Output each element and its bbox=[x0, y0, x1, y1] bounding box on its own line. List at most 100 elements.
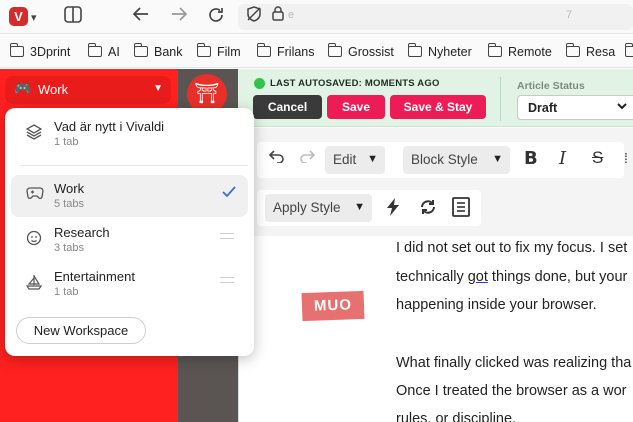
workspace-tab-count: 1 tab bbox=[54, 136, 79, 148]
gamepad-icon bbox=[26, 186, 44, 204]
block-style-dropdown[interactable]: Block Style ▼ bbox=[403, 146, 510, 174]
address-suffix: 7 bbox=[566, 9, 573, 21]
document-icon[interactable] bbox=[452, 197, 470, 220]
workspace-name: Research bbox=[54, 225, 110, 240]
caret-down-icon: ▼ bbox=[354, 201, 365, 213]
italic-icon[interactable]: I bbox=[559, 148, 566, 169]
divider bbox=[500, 77, 501, 121]
folder-icon bbox=[256, 43, 271, 57]
content-text: technically bbox=[396, 269, 468, 285]
content-text: things done, but your bbox=[487, 269, 628, 285]
workspace-menu: Vad är nytt i Vivaldi 1 tab Work 5 tabs … bbox=[5, 108, 254, 356]
chevron-down-icon bbox=[616, 99, 628, 118]
lightning-icon[interactable] bbox=[385, 197, 401, 220]
folder-icon bbox=[196, 43, 211, 57]
panel-toggle-icon[interactable] bbox=[64, 6, 82, 28]
redo-icon[interactable] bbox=[299, 149, 316, 166]
save-and-stay-button[interactable]: Save & Stay bbox=[390, 95, 486, 119]
bookmark-label: Frilans bbox=[277, 45, 315, 59]
menu-divider bbox=[21, 165, 248, 166]
folder-icon bbox=[487, 43, 502, 57]
workspace-item-whats-new[interactable]: Vad är nytt i Vivaldi 1 tab bbox=[11, 113, 248, 155]
caret-down-icon: ▼ bbox=[492, 153, 503, 165]
address-text: e bbox=[288, 9, 295, 21]
article-content[interactable]: I did not set out to fix my focus. I set… bbox=[238, 236, 633, 422]
tracker-blocker-icon[interactable] bbox=[246, 6, 262, 27]
underlined-word: got bbox=[467, 269, 488, 285]
bookmark-folder-bank[interactable]: Bank bbox=[133, 43, 183, 59]
block-style-label: Block Style bbox=[411, 152, 478, 167]
bookmark-folder-ai[interactable]: AI bbox=[87, 43, 120, 59]
back-arrow-icon[interactable] bbox=[132, 6, 150, 27]
bookmark-label: AI bbox=[108, 45, 120, 59]
workspace-item-entertainment[interactable]: Entertainment 1 tab bbox=[11, 263, 248, 305]
vivaldi-logo-icon[interactable]: V bbox=[9, 7, 28, 26]
article-status-value: Draft bbox=[528, 101, 558, 115]
bold-icon[interactable]: B bbox=[524, 148, 538, 169]
bookmark-folder-resa[interactable]: Resa bbox=[565, 43, 616, 59]
refresh-icon[interactable] bbox=[418, 197, 438, 220]
bookmark-folder-grossist[interactable]: Grossist bbox=[327, 43, 394, 59]
cancel-button[interactable]: Cancel bbox=[253, 95, 322, 119]
workspace-name: Vad är nytt i Vivaldi bbox=[54, 119, 165, 134]
folder-icon bbox=[327, 43, 342, 57]
caret-down-icon: ▼ bbox=[367, 153, 378, 165]
forward-arrow-icon[interactable] bbox=[170, 6, 188, 27]
folder-icon bbox=[565, 43, 580, 57]
bookmark-folder-frilans[interactable]: Frilans bbox=[256, 43, 315, 59]
content-line-3: happening inside your browser. bbox=[396, 297, 597, 313]
list-icon[interactable]: ⁞ bbox=[624, 150, 628, 166]
vivaldi-menu-chevron-icon[interactable]: ▾ bbox=[31, 8, 37, 28]
reload-icon[interactable] bbox=[207, 6, 225, 29]
bookmark-folder-film[interactable]: Film bbox=[196, 43, 241, 59]
folder-icon bbox=[407, 43, 422, 57]
article-status-select[interactable]: Draft bbox=[517, 95, 633, 120]
browser-toolbar: V ▾ e 7 bbox=[0, 0, 633, 34]
bookmark-label: Grossist bbox=[348, 45, 394, 59]
bookmark-folder-remote[interactable]: Remote bbox=[487, 43, 552, 59]
apply-style-dropdown[interactable]: Apply Style ▼ bbox=[265, 194, 372, 222]
workspace-tab-count: 5 tabs bbox=[54, 198, 84, 210]
workspace-button-label: Work bbox=[38, 82, 69, 97]
content-line-4: What finally clicked was realizing tha bbox=[396, 355, 632, 371]
workspace-tab-count: 3 tabs bbox=[54, 242, 84, 254]
lock-icon bbox=[272, 6, 284, 26]
save-button[interactable]: Save bbox=[327, 95, 385, 119]
sailboat-icon bbox=[25, 274, 43, 294]
bookmark-label: Resa bbox=[586, 45, 616, 59]
edit-dropdown[interactable]: Edit ▼ bbox=[325, 146, 385, 174]
bookmark-folder-3dprint[interactable]: 3Dprint bbox=[9, 43, 70, 59]
muo-watermark: MUO bbox=[301, 290, 365, 322]
autosave-text: LAST AUTOSAVED: MOMENTS AGO bbox=[270, 78, 440, 89]
bookmarks-bar: 3Dprint AI Bank Film Frilans Grossist Ny… bbox=[0, 35, 633, 68]
bookmark-label: Remote bbox=[508, 45, 552, 59]
bookmark-folder-nyheter[interactable]: Nyheter bbox=[407, 43, 472, 59]
bookmark-folder-more[interactable] bbox=[624, 43, 633, 59]
folder-icon bbox=[9, 43, 24, 57]
workspace-item-work[interactable]: Work 5 tabs bbox=[11, 175, 248, 217]
strikethrough-icon[interactable]: S bbox=[592, 148, 603, 168]
article-status-label: Article Status bbox=[517, 80, 585, 92]
bookmark-label: Bank bbox=[154, 45, 183, 59]
bookmark-label: Film bbox=[217, 45, 241, 59]
cms-editor: LAST AUTOSAVED: MOMENTS AGO Cancel Save … bbox=[238, 69, 633, 422]
workspace-name: Entertainment bbox=[54, 269, 135, 284]
content-line-2: technically got things done, but your bbox=[396, 269, 627, 285]
content-line-6: rules, or discipline. bbox=[396, 411, 517, 422]
folder-icon bbox=[87, 43, 102, 57]
undo-icon[interactable] bbox=[268, 149, 285, 166]
address-bar[interactable] bbox=[238, 4, 633, 30]
drag-handle-icon[interactable] bbox=[220, 233, 234, 239]
autosave-status-icon bbox=[254, 78, 265, 89]
workspace-switcher-button[interactable]: 🎮 Work ▼ bbox=[5, 76, 171, 104]
edit-dropdown-label: Edit bbox=[333, 152, 357, 167]
workspace-item-research[interactable]: Research 3 tabs bbox=[11, 219, 248, 261]
check-icon bbox=[222, 185, 236, 202]
stack-icon bbox=[25, 124, 43, 144]
chevron-down-icon: ▼ bbox=[153, 83, 163, 94]
drag-handle-icon[interactable] bbox=[220, 277, 234, 283]
folder-icon bbox=[624, 43, 633, 57]
new-workspace-button[interactable]: New Workspace bbox=[16, 317, 146, 344]
workspace-name: Work bbox=[54, 181, 85, 196]
save-bar: LAST AUTOSAVED: MOMENTS AGO Cancel Save … bbox=[238, 69, 633, 127]
